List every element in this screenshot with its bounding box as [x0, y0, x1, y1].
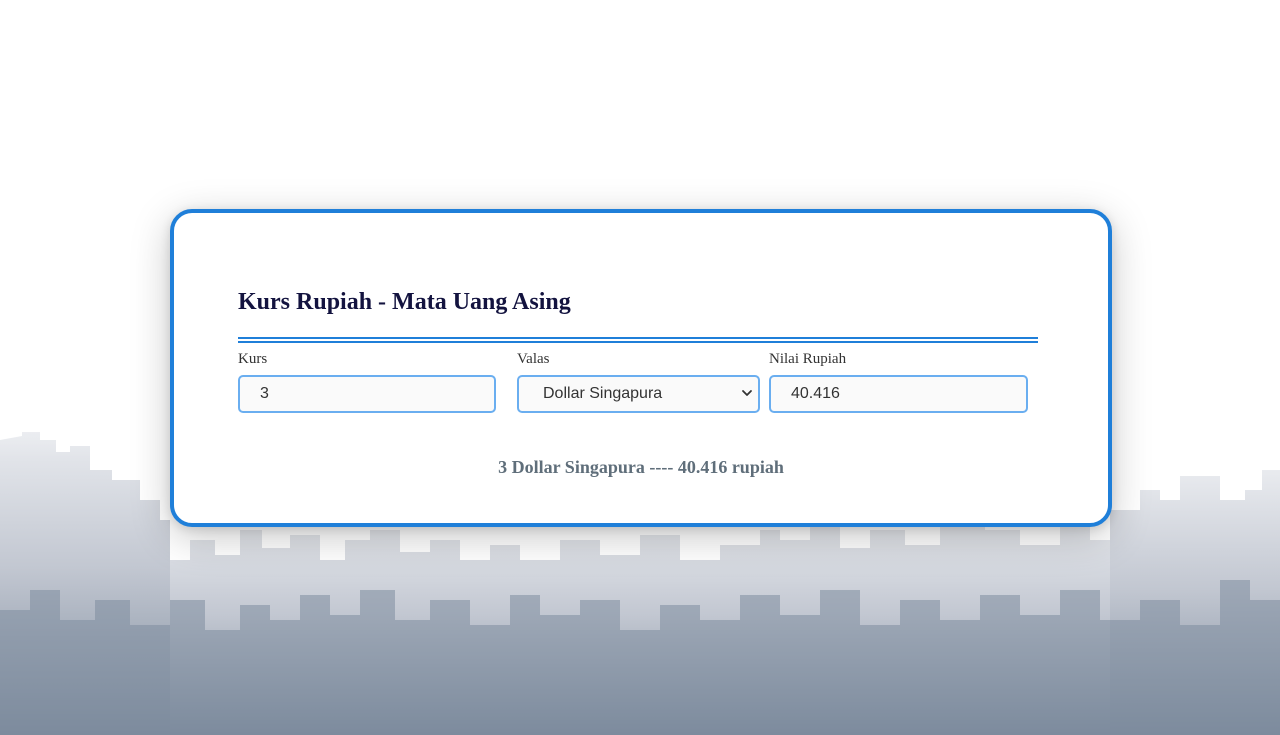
converter-card: Kurs Rupiah - Mata Uang Asing Kurs Valas…: [170, 209, 1112, 527]
chevron-down-icon: [742, 390, 752, 396]
title-divider: [238, 337, 1038, 343]
nilai-rupiah-input[interactable]: [769, 375, 1028, 413]
conversion-result: 3 Dollar Singapura ---- 40.416 rupiah: [498, 457, 784, 477]
valas-selected-value: Dollar Singapura: [543, 385, 663, 402]
kurs-input[interactable]: [238, 375, 496, 413]
page-title: Kurs Rupiah - Mata Uang Asing: [238, 289, 571, 315]
valas-label: Valas: [517, 351, 550, 367]
nilai-rupiah-label: Nilai Rupiah: [769, 351, 847, 367]
valas-select[interactable]: Dollar Singapura: [517, 375, 760, 413]
kurs-label: Kurs: [238, 351, 268, 367]
